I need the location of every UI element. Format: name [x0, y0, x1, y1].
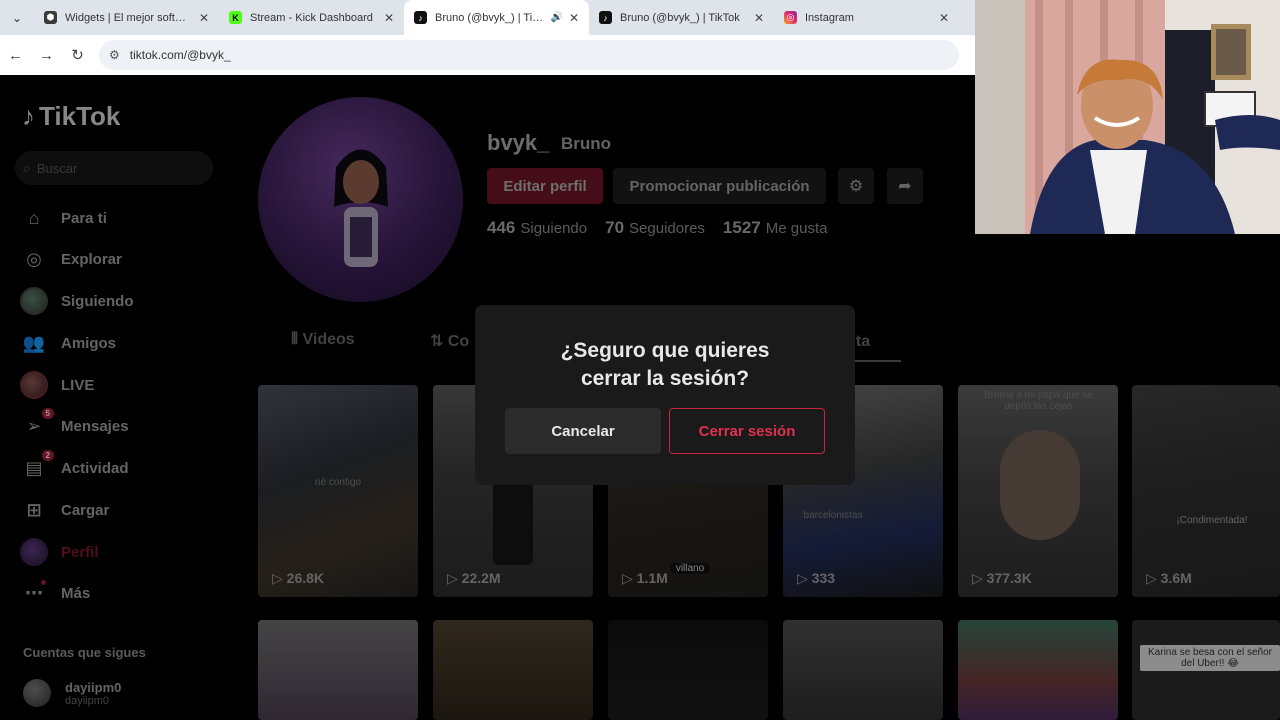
close-tab-icon[interactable]: ✕ [384, 11, 394, 25]
browser-tab-active[interactable]: ♪ Bruno (@bvyk_) | TikTok 🔊 ✕ [404, 0, 589, 35]
logout-confirm-dialog: ¿Seguro que quieres cerrar la sesión? Ca… [475, 305, 855, 485]
dialog-title: ¿Seguro que quieres cerrar la sesión? [560, 339, 770, 390]
tab-title: Widgets | El mejor software [65, 11, 193, 24]
url-field[interactable]: ⚙ tiktok.com/@bvyk_ [99, 40, 959, 70]
streamer-webcam-image [975, 0, 1280, 234]
instagram-favicon-icon: ◎ [784, 11, 797, 24]
tab-search-chevron-icon[interactable]: ⌄ [0, 0, 34, 35]
tab-title: Bruno (@bvyk_) | TikTok [620, 11, 740, 24]
logout-button[interactable]: Cerrar sesión [669, 408, 825, 454]
close-tab-icon[interactable]: ✕ [754, 11, 764, 25]
forward-arrow-icon[interactable]: → [31, 35, 62, 75]
tab-title: Bruno (@bvyk_) | TikTok [435, 11, 547, 24]
speaker-icon[interactable]: 🔊 [550, 12, 562, 23]
tiktok-favicon-icon: ♪ [599, 11, 612, 24]
webcam-overlay [975, 0, 1280, 234]
widgets-favicon-icon: ⬢ [44, 11, 57, 24]
address-bar: ← → ↻ ⚙ tiktok.com/@bvyk_ [0, 35, 975, 75]
tab-title: Instagram [805, 11, 854, 24]
browser-tab-strip: ⌄ ⬢ Widgets | El mejor software ✕ K Stre… [0, 0, 975, 35]
browser-tab[interactable]: ♪ Bruno (@bvyk_) | TikTok ✕ [589, 0, 774, 35]
site-settings-icon[interactable]: ⚙ [109, 48, 120, 62]
url-text: tiktok.com/@bvyk_ [129, 48, 231, 62]
browser-tab[interactable]: K Stream - Kick Dashboard ✕ [219, 0, 404, 35]
reload-icon[interactable]: ↻ [62, 35, 93, 75]
tab-title: Stream - Kick Dashboard [250, 11, 373, 24]
close-tab-icon[interactable]: ✕ [939, 11, 949, 25]
kick-favicon-icon: K [229, 11, 242, 24]
browser-tab[interactable]: ◎ Instagram ✕ [774, 0, 959, 35]
close-tab-icon[interactable]: ✕ [569, 11, 579, 25]
screen: ⌄ ⬢ Widgets | El mejor software ✕ K Stre… [0, 0, 1280, 720]
cancel-button[interactable]: Cancelar [505, 408, 661, 454]
tiktok-favicon-icon: ♪ [414, 11, 427, 24]
close-tab-icon[interactable]: ✕ [199, 11, 209, 25]
browser-tab[interactable]: ⬢ Widgets | El mejor software ✕ [34, 0, 219, 35]
back-arrow-icon[interactable]: ← [0, 35, 31, 75]
